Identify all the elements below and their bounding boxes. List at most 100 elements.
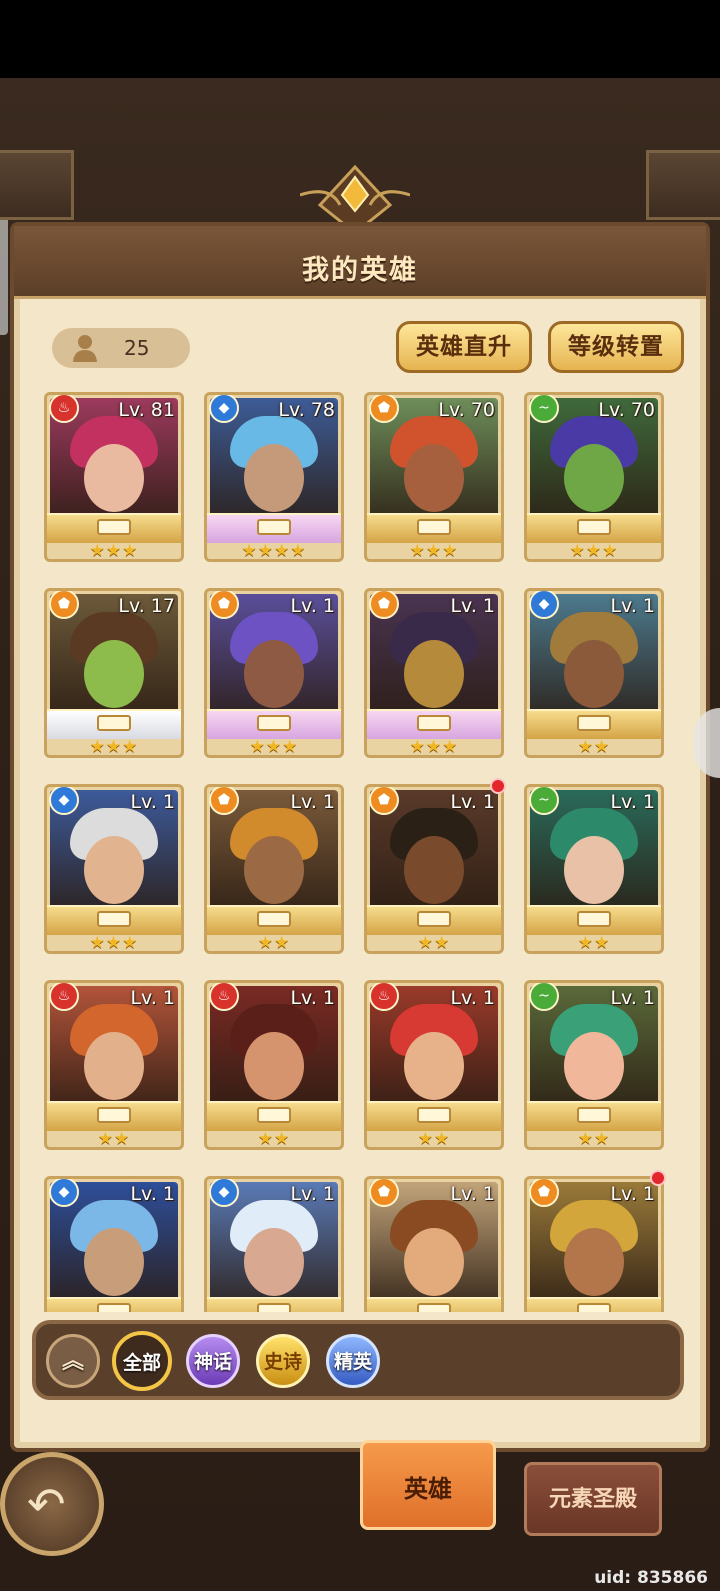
hero-count-badge: 25 [52, 328, 190, 368]
hero-face [244, 1032, 304, 1100]
wind-element-icon: ~ [529, 787, 559, 815]
page-title: 我的英雄 [302, 255, 418, 286]
light-element-icon: ⬟ [369, 591, 399, 619]
hero-card[interactable]: ★★★ Lv. 81 ♨ [44, 392, 184, 562]
hero-card[interactable]: ★★★ Lv. 1 ◆ [44, 784, 184, 954]
hero-card[interactable]: ★★ Lv. 1 ~ [524, 784, 664, 954]
star-rating: ★★ [257, 933, 291, 953]
star-rating: ★★ [417, 1129, 451, 1149]
star-rating: ★★ [577, 737, 611, 757]
light-element-icon: ⬟ [369, 1179, 399, 1207]
hero-card[interactable]: ★★ Lv. 1 ⬟ [204, 784, 344, 954]
left-pillar-decoration [0, 150, 74, 220]
hero-level: Lv. 17 [118, 595, 175, 617]
light-element-icon: ⬟ [369, 395, 399, 423]
hero-count: 25 [124, 336, 150, 360]
hero-level: Lv. 81 [118, 399, 175, 421]
class-emblem-icon [97, 715, 131, 731]
star-rating: ★★★ [249, 737, 299, 757]
class-emblem-icon [577, 519, 611, 535]
hero-card[interactable]: ★★★ Lv. 1 ⬟ [204, 588, 344, 758]
class-emblem-icon [257, 519, 291, 535]
star-rating: ★★★★ [241, 541, 307, 561]
tab-element-temple[interactable]: 元素圣殿 [524, 1462, 662, 1536]
wind-element-icon: ~ [529, 395, 559, 423]
class-emblem-icon [577, 715, 611, 731]
star-rating: ★★★ [409, 541, 459, 561]
hero-face [84, 444, 144, 512]
hero-level: Lv. 1 [450, 595, 495, 617]
back-button[interactable]: ↶ [0, 1452, 104, 1556]
class-emblem-icon [417, 1107, 451, 1123]
class-emblem-icon [577, 911, 611, 927]
double-chevron-up-icon: ︽ [61, 1349, 84, 1374]
star-rating: ★★★ [89, 933, 139, 953]
hero-level: Lv. 1 [290, 791, 335, 813]
fire-element-icon: ♨ [369, 983, 399, 1011]
hero-level: Lv. 1 [290, 1183, 335, 1205]
hero-card[interactable]: ★★ Lv. 1 ♨ [204, 980, 344, 1150]
class-emblem-icon [577, 1107, 611, 1123]
hero-card[interactable]: Lv. 1 ⬟ [524, 1176, 664, 1312]
class-emblem-icon [97, 519, 131, 535]
filter-all-button[interactable]: 全部 [112, 1331, 172, 1391]
hero-card[interactable]: ★★★ Lv. 70 ⬟ [364, 392, 504, 562]
hero-card[interactable]: ★★ Lv. 1 ♨ [364, 980, 504, 1150]
hero-card[interactable]: ★★★ Lv. 1 ⬟ [364, 588, 504, 758]
hero-card[interactable]: ★★★ Lv. 17 ⬟ [44, 588, 184, 758]
star-rating: ★★★ [89, 541, 139, 561]
hero-card[interactable]: ★★ Lv. 1 ♨ [44, 980, 184, 1150]
left-edge-handle[interactable] [0, 215, 8, 335]
star-rating: ★★ [577, 1129, 611, 1149]
light-element-icon: ⬟ [369, 787, 399, 815]
class-emblem-icon [257, 715, 291, 731]
class-emblem-icon [257, 1303, 291, 1312]
hero-face [564, 640, 624, 708]
hero-level: Lv. 1 [290, 987, 335, 1009]
hero-card[interactable]: Lv. 1 ⬟ [364, 1176, 504, 1312]
star-rating: ★★★ [409, 737, 459, 757]
hero-card[interactable]: ★★★★ Lv. 78 ◆ [204, 392, 344, 562]
hero-level: Lv. 1 [130, 1183, 175, 1205]
level-transfer-button[interactable]: 等级转置 [548, 321, 684, 373]
hero-direct-upgrade-button[interactable]: 英雄直升 [396, 321, 532, 373]
hero-level: Lv. 78 [278, 399, 335, 421]
status-bar-area [0, 0, 720, 78]
hero-face [564, 444, 624, 512]
hero-face [404, 444, 464, 512]
filter-myth-button[interactable]: 神话 [186, 1334, 240, 1388]
hero-face [404, 836, 464, 904]
hero-face [564, 1032, 624, 1100]
hero-face [404, 1032, 464, 1100]
filter-epic-button[interactable]: 史诗 [256, 1334, 310, 1388]
hero-level: Lv. 70 [438, 399, 495, 421]
hero-level: Lv. 1 [610, 791, 655, 813]
class-emblem-icon [417, 911, 451, 927]
star-rating: ★★ [257, 1129, 291, 1149]
tab-heroes[interactable]: 英雄 [360, 1440, 496, 1530]
filter-elite-button[interactable]: 精英 [326, 1334, 380, 1388]
water-element-icon: ◆ [209, 395, 239, 423]
star-rating: ★★ [577, 933, 611, 953]
hero-card[interactable]: ★★★ Lv. 70 ~ [524, 392, 664, 562]
hero-level: Lv. 1 [290, 595, 335, 617]
hero-card[interactable]: Lv. 1 ◆ [44, 1176, 184, 1312]
light-element-icon: ⬟ [209, 787, 239, 815]
collapse-filter-button[interactable]: ︽ [46, 1334, 100, 1388]
hero-face [564, 1228, 624, 1296]
hero-face [244, 640, 304, 708]
star-rating: ★★ [97, 1129, 131, 1149]
hero-level: Lv. 1 [450, 791, 495, 813]
hero-face [244, 836, 304, 904]
fire-element-icon: ♨ [49, 395, 79, 423]
light-element-icon: ⬟ [49, 591, 79, 619]
person-icon [73, 335, 97, 362]
hero-card[interactable]: ★★ Lv. 1 ◆ [524, 588, 664, 758]
hero-card[interactable]: ★★ Lv. 1 ⬟ [364, 784, 504, 954]
water-element-icon: ◆ [49, 787, 79, 815]
fire-element-icon: ♨ [49, 983, 79, 1011]
notification-dot [650, 1170, 666, 1186]
hero-card[interactable]: Lv. 1 ◆ [204, 1176, 344, 1312]
hero-card[interactable]: ★★ Lv. 1 ~ [524, 980, 664, 1150]
light-element-icon: ⬟ [529, 1179, 559, 1207]
